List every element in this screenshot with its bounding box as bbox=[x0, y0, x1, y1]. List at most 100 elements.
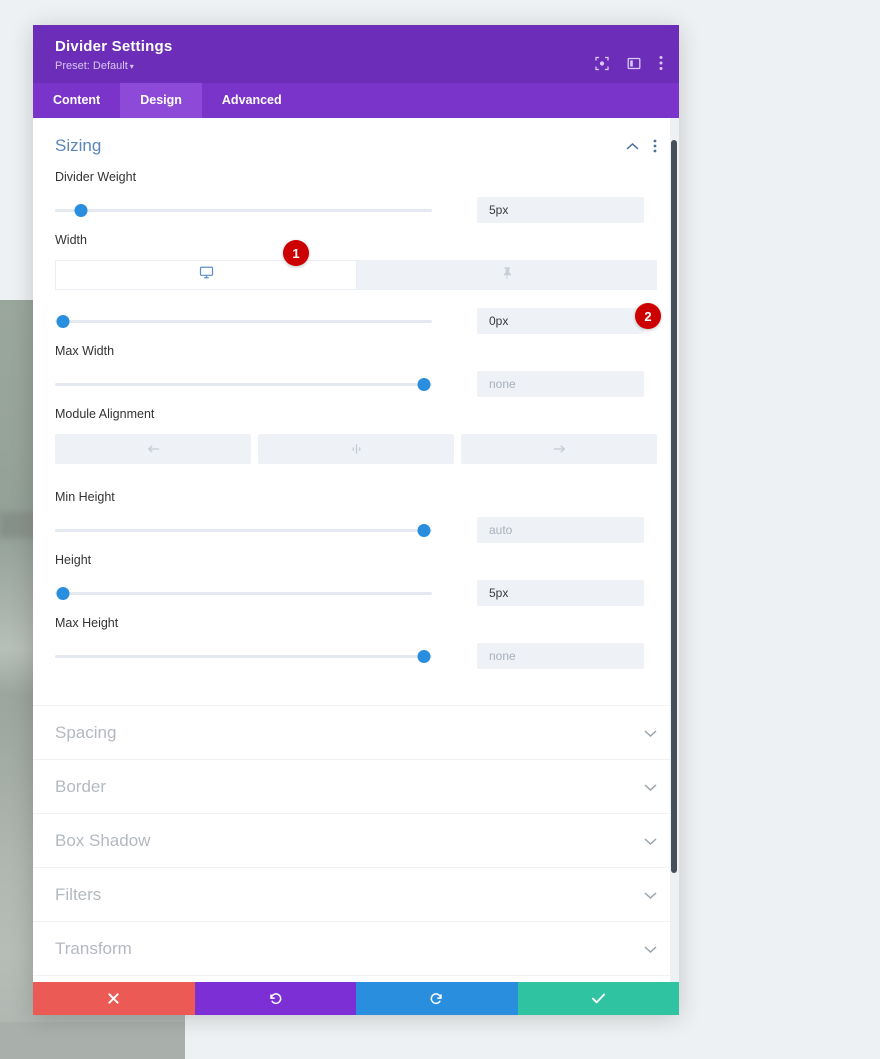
input-max-width[interactable]: none bbox=[477, 371, 644, 397]
chevron-down-icon[interactable] bbox=[644, 729, 657, 738]
section-sizing-actions bbox=[626, 139, 657, 153]
slider-rail bbox=[55, 320, 432, 323]
align-left-icon bbox=[146, 443, 161, 455]
input-max-height[interactable]: none bbox=[477, 643, 644, 669]
preset-label: Preset: Default bbox=[55, 60, 128, 72]
panel-tabs: Content Design Advanced bbox=[33, 83, 679, 118]
input-height[interactable]: 5px bbox=[477, 580, 644, 606]
pin-icon bbox=[500, 266, 514, 285]
field-module-alignment: Module Alignment bbox=[55, 407, 657, 490]
section-box-shadow[interactable]: Box Shadow bbox=[33, 813, 679, 867]
layout-panel-icon[interactable] bbox=[627, 56, 641, 70]
field-label-divider-weight: Divider Weight bbox=[55, 170, 657, 184]
slider-max-width[interactable] bbox=[55, 377, 432, 391]
section-animation[interactable]: Animation bbox=[33, 975, 679, 982]
slider-knob[interactable] bbox=[418, 378, 431, 391]
slider-knob[interactable] bbox=[56, 587, 69, 600]
desktop-icon bbox=[199, 265, 214, 285]
section-transform-title: Transform bbox=[55, 939, 644, 959]
annotation-badge-1: 1 bbox=[283, 240, 309, 266]
cancel-button[interactable] bbox=[33, 982, 195, 1015]
section-sizing: Sizing Divider Weight bbox=[33, 118, 679, 705]
chevron-up-icon[interactable] bbox=[626, 142, 639, 151]
field-label-height: Height bbox=[55, 553, 657, 567]
chevron-down-icon[interactable] bbox=[644, 837, 657, 846]
chevron-down-icon[interactable] bbox=[644, 945, 657, 954]
section-filters-title: Filters bbox=[55, 885, 644, 905]
slider-width[interactable] bbox=[55, 314, 432, 328]
save-button[interactable] bbox=[518, 982, 680, 1015]
chevron-down-icon: ▾ bbox=[130, 62, 134, 71]
panel-header: Divider Settings Preset: Default▾ bbox=[33, 25, 679, 83]
input-min-height[interactable]: auto bbox=[477, 517, 644, 543]
slider-divider-weight[interactable] bbox=[55, 203, 432, 217]
slider-knob[interactable] bbox=[418, 650, 431, 663]
slider-knob[interactable] bbox=[418, 524, 431, 537]
tab-advanced[interactable]: Advanced bbox=[202, 83, 302, 118]
width-toggle-pin[interactable] bbox=[357, 260, 657, 290]
more-vertical-icon[interactable] bbox=[653, 139, 657, 153]
slider-rail bbox=[55, 383, 432, 386]
field-label-max-height: Max Height bbox=[55, 616, 657, 630]
field-divider-weight: Divider Weight 5px bbox=[55, 170, 657, 233]
undo-button[interactable] bbox=[195, 982, 357, 1015]
slider-rail bbox=[55, 655, 432, 658]
undo-icon bbox=[268, 991, 283, 1006]
more-vertical-icon[interactable] bbox=[659, 56, 663, 71]
chevron-down-icon[interactable] bbox=[644, 891, 657, 900]
slider-max-height[interactable] bbox=[55, 649, 432, 663]
annotation-badge-2: 2 bbox=[635, 303, 661, 329]
slider-min-height[interactable] bbox=[55, 523, 432, 537]
scrollbar-track[interactable] bbox=[670, 118, 679, 982]
panel-header-icons bbox=[595, 56, 663, 71]
field-width: Width bbox=[55, 233, 657, 344]
align-right-button[interactable] bbox=[461, 434, 657, 464]
section-spacing-title: Spacing bbox=[55, 723, 644, 743]
redo-icon bbox=[429, 991, 444, 1006]
divider-settings-panel: Divider Settings Preset: Default▾ bbox=[33, 25, 679, 1015]
align-center-button[interactable] bbox=[258, 434, 454, 464]
slider-knob[interactable] bbox=[56, 315, 69, 328]
settings-scroll-content: Sizing Divider Weight bbox=[33, 118, 679, 982]
check-icon bbox=[591, 992, 606, 1005]
section-box-shadow-title: Box Shadow bbox=[55, 831, 644, 851]
page-title: Divider Settings bbox=[55, 38, 657, 55]
slider-rail bbox=[55, 529, 432, 532]
align-left-button[interactable] bbox=[55, 434, 251, 464]
width-toggle-desktop[interactable] bbox=[55, 260, 357, 290]
focus-icon[interactable] bbox=[595, 56, 609, 70]
section-border-title: Border bbox=[55, 777, 644, 797]
panel-footer bbox=[33, 982, 679, 1015]
section-border[interactable]: Border bbox=[33, 759, 679, 813]
field-label-min-height: Min Height bbox=[55, 490, 657, 504]
section-filters[interactable]: Filters bbox=[33, 867, 679, 921]
close-icon bbox=[107, 992, 120, 1005]
module-alignment-group bbox=[55, 434, 657, 464]
panel-body: Sizing Divider Weight bbox=[33, 118, 679, 982]
input-width[interactable]: 0px bbox=[477, 308, 644, 334]
slider-height[interactable] bbox=[55, 586, 432, 600]
field-height: Height 5px bbox=[55, 553, 657, 616]
tab-design[interactable]: Design bbox=[120, 83, 202, 118]
redo-button[interactable] bbox=[356, 982, 518, 1015]
field-max-height: Max Height none bbox=[55, 616, 657, 705]
field-label-width: Width bbox=[55, 233, 657, 247]
align-right-icon bbox=[552, 443, 567, 455]
section-sizing-header[interactable]: Sizing bbox=[55, 118, 657, 170]
field-max-width: Max Width none bbox=[55, 344, 657, 407]
chevron-down-icon[interactable] bbox=[644, 783, 657, 792]
slider-rail bbox=[55, 209, 432, 212]
slider-rail bbox=[55, 592, 432, 595]
slider-knob[interactable] bbox=[75, 204, 88, 217]
background-photo-bottom bbox=[0, 1022, 185, 1059]
section-transform[interactable]: Transform bbox=[33, 921, 679, 975]
preset-selector[interactable]: Preset: Default▾ bbox=[55, 60, 657, 72]
tab-content[interactable]: Content bbox=[33, 83, 120, 118]
section-sizing-title: Sizing bbox=[55, 136, 626, 156]
scrollbar-thumb[interactable] bbox=[671, 140, 677, 873]
align-center-icon bbox=[349, 443, 364, 455]
input-divider-weight[interactable]: 5px bbox=[477, 197, 644, 223]
section-spacing[interactable]: Spacing bbox=[33, 705, 679, 759]
width-responsive-toggle bbox=[55, 260, 657, 290]
field-min-height: Min Height auto bbox=[55, 490, 657, 553]
